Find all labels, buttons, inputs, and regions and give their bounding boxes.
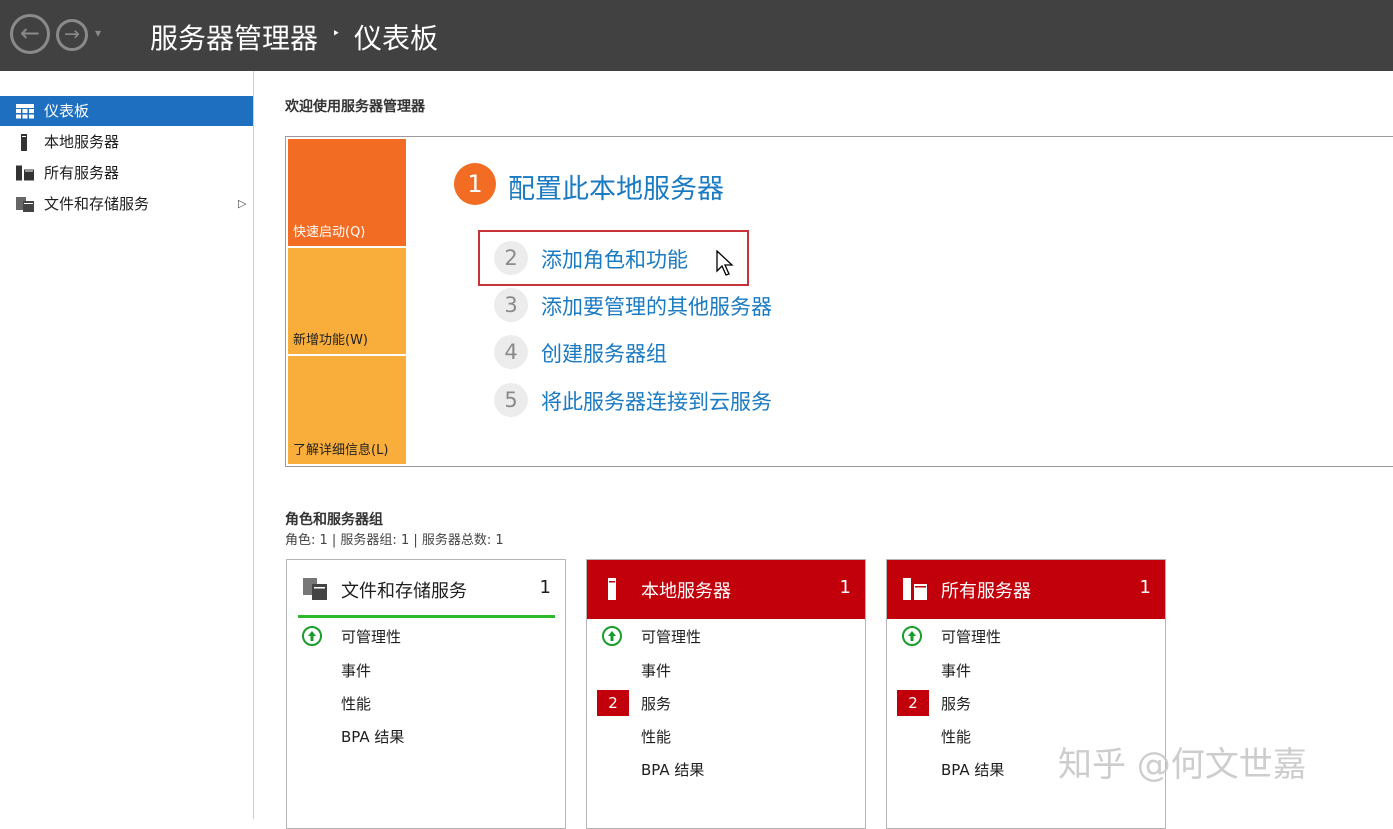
arrow-right-icon[interactable]: → [56, 19, 88, 51]
arrow-up-circle-icon [602, 626, 622, 646]
chevron-right-icon[interactable]: ▷ [238, 189, 246, 219]
roles-summary: 角色: 1 | 服务器组: 1 | 服务器总数: 1 [285, 533, 504, 548]
tab-quick-start[interactable]: 快速启动(Q) [288, 139, 406, 246]
card-title: 文件和存储服务 [341, 581, 467, 602]
page-title: 仪表板 [354, 22, 439, 55]
card-row-manageability[interactable]: 可管理性 [341, 626, 401, 647]
dashboard-icon [16, 104, 34, 119]
add-other-servers-link[interactable]: 添加要管理的其他服务器 [541, 291, 772, 321]
server-icon [21, 134, 27, 151]
card-header[interactable]: 本地服务器 1 [587, 560, 865, 619]
card-row-events[interactable]: 事件 [641, 660, 671, 681]
sidebar-item-local-server[interactable]: 本地服务器 [0, 127, 253, 157]
card-row-events[interactable]: 事件 [341, 660, 371, 681]
sidebar-item-label: 仪表板 [44, 102, 90, 120]
step-number-badge: 3 [494, 288, 528, 322]
card-row-performance[interactable]: 性能 [641, 726, 671, 747]
role-card-local-server[interactable]: 本地服务器 1 可管理性 事件 2 服务 性能 BPA 结果 [586, 559, 866, 829]
card-row-bpa[interactable]: BPA 结果 [941, 759, 1004, 780]
card-row-manageability[interactable]: 可管理性 [941, 626, 1001, 647]
quick-start-panel: 快速启动(Q) 新增功能(W) 了解详细信息(L) 1 配置此本地服务器 2 添… [285, 136, 1393, 467]
card-row-events[interactable]: 事件 [941, 660, 971, 681]
role-card-file-storage[interactable]: 文件和存储服务 1 可管理性 事件 性能 BPA 结果 [286, 559, 566, 829]
tab-whats-new[interactable]: 新增功能(W) [288, 248, 406, 354]
card-header[interactable]: 文件和存储服务 1 [287, 560, 565, 619]
welcome-heading: 欢迎使用服务器管理器 [285, 99, 425, 115]
tab-learn-more[interactable]: 了解详细信息(L) [288, 356, 406, 464]
sidebar-item-dashboard[interactable]: 仪表板 [0, 96, 253, 126]
connect-cloud-link[interactable]: 将此服务器连接到云服务 [541, 386, 772, 416]
sidebar: 仪表板 本地服务器 所有服务器 文件和存储服务 ▷ [0, 71, 254, 819]
mouse-cursor-icon [716, 250, 734, 276]
status-bar [298, 615, 555, 618]
card-row-manageability[interactable]: 可管理性 [641, 626, 701, 647]
card-row-bpa[interactable]: BPA 结果 [341, 726, 404, 747]
arrow-up-circle-icon [302, 626, 322, 646]
card-count: 1 [1139, 577, 1151, 598]
card-header[interactable]: 所有服务器 1 [887, 560, 1165, 619]
create-server-group-link[interactable]: 创建服务器组 [541, 338, 667, 368]
watermark: 知乎 @何文世嘉 [1058, 745, 1307, 785]
step-number-badge: 2 [494, 241, 528, 275]
role-card-all-servers[interactable]: 所有服务器 1 可管理性 事件 2 服务 性能 BPA 结果 [886, 559, 1166, 829]
tab-label: 新增功能(W) [293, 333, 368, 348]
sidebar-item-label: 本地服务器 [44, 133, 120, 151]
server-icon [608, 578, 616, 600]
card-row-performance[interactable]: 性能 [341, 693, 371, 714]
sidebar-item-all-servers[interactable]: 所有服务器 [0, 158, 253, 188]
step-number-badge: 4 [494, 335, 528, 369]
arrow-up-circle-icon [902, 626, 922, 646]
sidebar-item-label: 文件和存储服务 [44, 195, 150, 213]
card-row-services[interactable]: 服务 [941, 693, 971, 714]
servers-icon [16, 165, 34, 181]
app-title: 服务器管理器 [150, 22, 319, 55]
card-title: 所有服务器 [941, 581, 1031, 602]
alert-count-badge: 2 [897, 690, 929, 716]
file-storage-icon [303, 578, 327, 600]
card-count: 1 [539, 577, 551, 598]
file-storage-icon [16, 197, 34, 212]
card-row-performance[interactable]: 性能 [941, 726, 971, 747]
title-bar: ← → ▾ 服务器管理器 ‣ 仪表板 [0, 0, 1393, 71]
chevron-down-icon[interactable]: ▾ [95, 26, 101, 40]
alert-count-badge: 2 [597, 690, 629, 716]
breadcrumb-separator: ‣ [332, 26, 341, 42]
card-row-services[interactable]: 服务 [641, 693, 671, 714]
tab-label: 快速启动(Q) [293, 225, 366, 240]
configure-local-server-link[interactable]: 配置此本地服务器 [508, 167, 724, 206]
card-title: 本地服务器 [641, 581, 731, 602]
step-number-badge: 1 [454, 163, 496, 205]
sidebar-item-file-storage[interactable]: 文件和存储服务 ▷ [0, 189, 253, 219]
step-number-badge: 5 [494, 383, 528, 417]
card-row-bpa[interactable]: BPA 结果 [641, 759, 704, 780]
sidebar-item-label: 所有服务器 [44, 164, 120, 182]
add-roles-features-link[interactable]: 添加角色和功能 [541, 244, 688, 274]
card-count: 1 [839, 577, 851, 598]
roles-heading: 角色和服务器组 [285, 512, 383, 528]
tab-label: 了解详细信息(L) [293, 443, 389, 458]
servers-icon [903, 578, 927, 600]
arrow-left-icon[interactable]: ← [10, 14, 50, 54]
